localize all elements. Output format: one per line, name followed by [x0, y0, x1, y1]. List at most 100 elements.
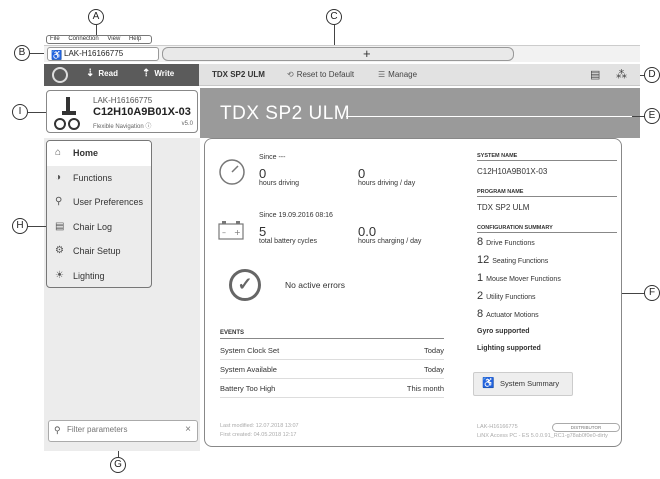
- clear-icon[interactable]: ×: [185, 424, 191, 435]
- event-time: This month: [406, 384, 444, 393]
- nav-item-chair-setup[interactable]: ⚙ Chair Setup: [47, 239, 151, 264]
- annotation-line-i: [28, 112, 46, 113]
- nav-item-user-preferences[interactable]: ⚲ User Preferences: [47, 190, 151, 215]
- hours-day-label: hours driving / day: [358, 180, 416, 187]
- annotation-line-c: [334, 25, 335, 45]
- home-icon: ⌂: [55, 147, 62, 158]
- toolbar-model-label: TDX SP2 ULM: [212, 70, 265, 79]
- annotation-line-a: [96, 25, 97, 35]
- charging-value: 0.0: [358, 224, 377, 239]
- check-circle-icon: ✓: [229, 269, 261, 301]
- reset-default-button[interactable]: ⟲ Reset to Default: [287, 70, 354, 79]
- sidebar: ⌂ Home ◑ Functions ⚲ User Preferences ▤ Chai…: [44, 138, 200, 451]
- distributor-badge: DISTRIBUTOR: [552, 423, 620, 432]
- config-item: 8 Actuator Motions: [477, 308, 539, 320]
- event-name: System Clock Set: [220, 346, 280, 355]
- lighting-icon: ☀: [55, 269, 64, 281]
- svg-text:+: +: [234, 228, 241, 237]
- config-summary-heading: CONFIGURATION SUMMARY: [477, 225, 617, 233]
- drive-since: Since ---: [259, 154, 286, 161]
- footer-serial: LAK-H16166775: [477, 424, 518, 430]
- toolbar-actions: ⇣ Read ⇡ Write: [44, 64, 199, 86]
- app-logo-icon[interactable]: [52, 67, 68, 83]
- battery-cycles-label: total battery cycles: [259, 238, 317, 245]
- callout-g: G: [110, 457, 126, 473]
- user-icon: ⚲: [55, 196, 63, 207]
- battery-since: Since 19.09.2016 08:16: [259, 212, 333, 219]
- layers-icon: ☰: [378, 70, 386, 79]
- wheelchair-icon: [54, 97, 80, 130]
- device-tab[interactable]: ♿ LAK-H16166775: [47, 47, 159, 61]
- device-card[interactable]: LAK-H16166775 C12H10A9B01X-03 Flexible N…: [46, 90, 198, 133]
- callout-c: C: [326, 9, 342, 25]
- event-name: System Available: [220, 365, 277, 374]
- write-icon: ⇡: [142, 68, 151, 79]
- first-created: First created: 04.05.2018 12:17: [220, 432, 297, 438]
- config-item: 12 Seating Functions: [477, 254, 549, 266]
- program-name: TDX SP2 ULM: [477, 203, 530, 212]
- connection-icon[interactable]: ⁂: [616, 68, 627, 81]
- document-icon[interactable]: ▤: [590, 68, 600, 81]
- event-time: Today: [423, 365, 444, 374]
- callout-h: H: [12, 218, 28, 234]
- annotation-line-b: [30, 53, 44, 54]
- events-heading: EVENTS: [220, 330, 444, 339]
- speedometer-icon: [219, 159, 245, 185]
- toolbar: ⇣ Read ⇡ Write TDX SP2 ULM ⟲ Reset to Defau…: [44, 64, 640, 86]
- title-band: TDX SP2 ULM: [200, 88, 640, 138]
- event-row: System Clock Set Today: [220, 342, 444, 360]
- battery-icon: – +: [218, 221, 244, 240]
- device-tab-label: LAK-H16166775: [64, 49, 124, 58]
- home-panel: Since --- 0 hours driving 0 hours drivin…: [204, 138, 622, 447]
- callout-d: D: [644, 67, 660, 83]
- system-name: C12H10A9B01X-03: [477, 167, 548, 176]
- device-model: C12H10A9B01X-03: [93, 106, 191, 118]
- gyro-supported: Gyro supported: [477, 328, 530, 335]
- hours-driving-label: hours driving: [259, 180, 300, 187]
- callout-i: I: [12, 104, 28, 120]
- filter-input[interactable]: [67, 425, 177, 434]
- write-button[interactable]: ⇡ Write: [142, 68, 174, 79]
- annotation-line-h: [28, 226, 46, 227]
- device-serial: LAK-H16166775: [93, 96, 153, 105]
- nav-menu: ⌂ Home ◑ Functions ⚲ User Preferences ▤ Chai…: [46, 140, 152, 288]
- tab-bar: ♿ LAK-H16166775 +: [44, 45, 640, 62]
- callout-b: B: [14, 45, 30, 61]
- event-row: System Available Today: [220, 361, 444, 379]
- reset-icon: ⟲: [287, 70, 294, 79]
- app-version: LiNX Access PC - ES 5.0.0.91_RC1-g78ab0f…: [477, 433, 608, 439]
- nav-item-home[interactable]: ⌂ Home: [47, 141, 151, 166]
- manage-button[interactable]: ☰ Manage: [378, 70, 417, 79]
- hours-day-value: 0: [358, 166, 366, 181]
- no-errors-text: No active errors: [285, 280, 345, 290]
- system-summary-button[interactable]: ♿ System Summary: [473, 372, 573, 396]
- app-window: File Connection View Help ♿ LAK-H1616677…: [0, 0, 660, 479]
- hours-driving-value: 0: [259, 166, 267, 181]
- charging-label: hours charging / day: [358, 238, 422, 245]
- lighting-supported: Lighting supported: [477, 345, 541, 352]
- add-tab-button[interactable]: +: [363, 46, 371, 61]
- svg-text:–: –: [222, 228, 226, 237]
- functions-icon: ◑: [55, 171, 62, 183]
- device-nav-mode: Flexible Navigation ⓘ: [93, 124, 152, 130]
- log-icon: ▤: [55, 220, 65, 232]
- event-time: Today: [423, 346, 444, 355]
- annotation-line-f: [622, 293, 646, 294]
- event-name: Battery Too High: [220, 384, 276, 393]
- tab-strip: +: [162, 46, 514, 61]
- search-icon: ⚲: [54, 425, 61, 435]
- filter-box: ⚲ ×: [48, 420, 198, 442]
- nav-item-chair-log[interactable]: ▤ Chair Log: [47, 215, 151, 240]
- battery-cycles-value: 5: [259, 224, 267, 239]
- config-item: 2 Utility Functions: [477, 290, 536, 302]
- wheelchair-icon: ♿: [482, 378, 495, 389]
- info-icon[interactable]: ⓘ: [145, 124, 151, 130]
- annotation-bracket-a: [46, 35, 152, 44]
- read-button[interactable]: ⇣ Read: [86, 68, 118, 79]
- setup-icon: ⚙: [55, 245, 64, 256]
- page-title: TDX SP2 ULM: [220, 103, 351, 124]
- nav-item-lighting[interactable]: ☀ Lighting: [47, 264, 151, 288]
- nav-item-functions[interactable]: ◑ Functions: [47, 166, 151, 191]
- read-icon: ⇣: [86, 68, 95, 79]
- config-item: 1 Mouse Mover Functions: [477, 272, 561, 284]
